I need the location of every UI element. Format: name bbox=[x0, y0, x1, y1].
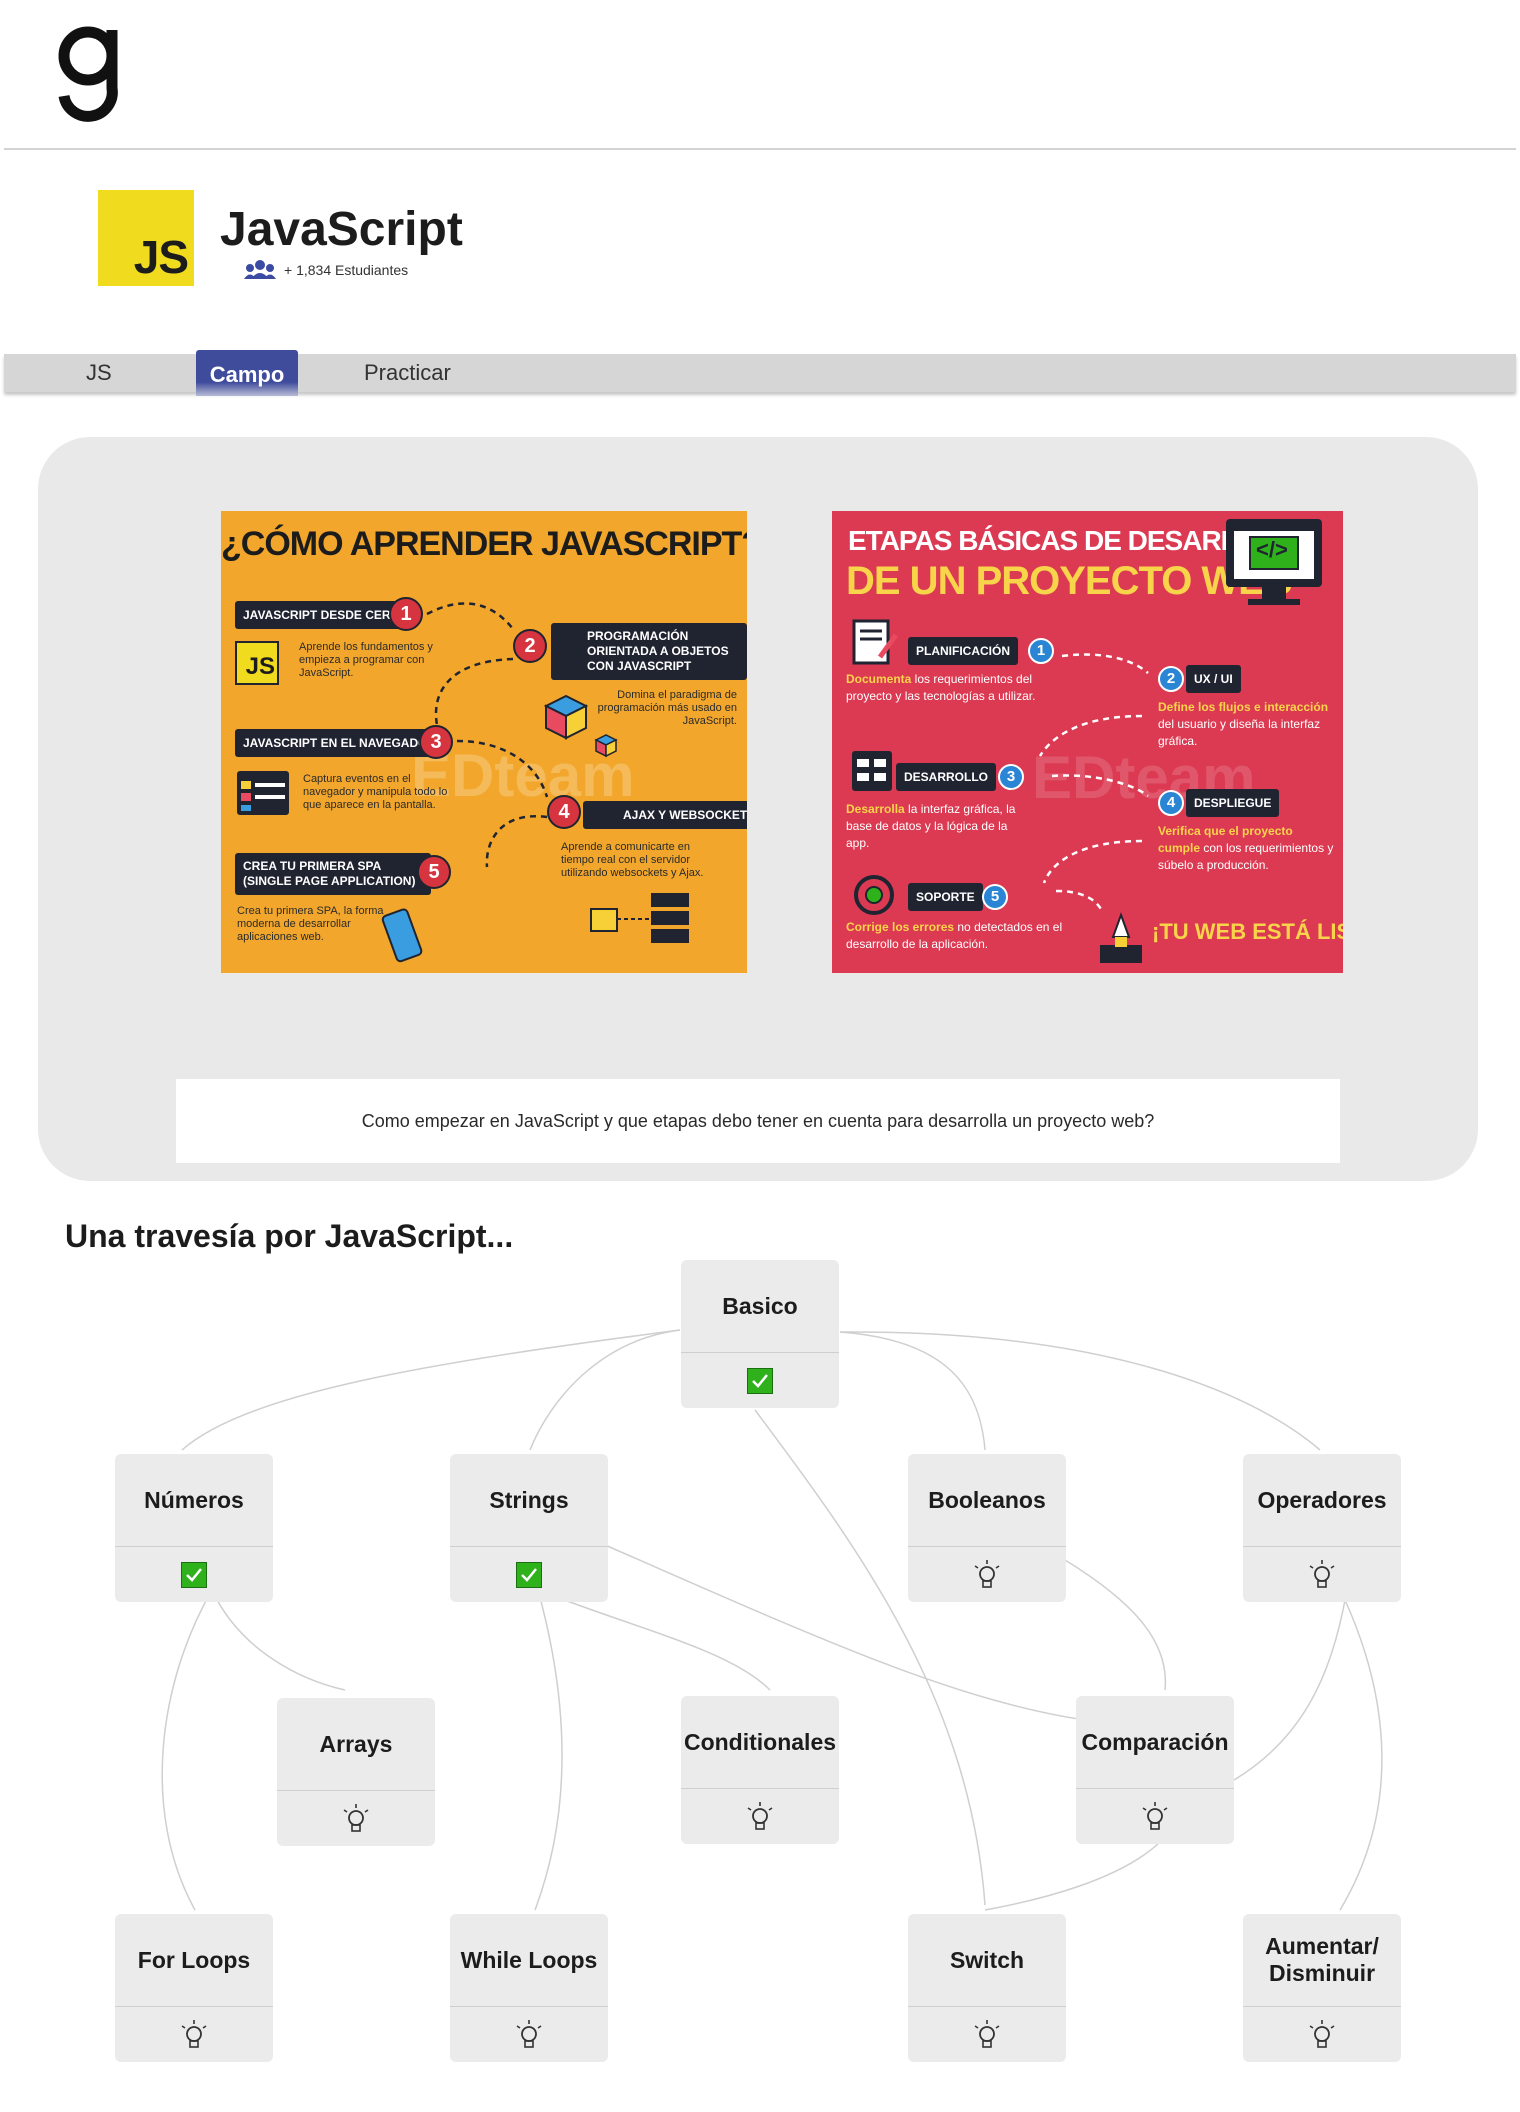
node-label: Switch bbox=[949, 1946, 1025, 1973]
top-bar bbox=[0, 0, 1520, 150]
path-arrows bbox=[426, 602, 549, 868]
path-arrows bbox=[1038, 653, 1149, 912]
node-label: Booleanos bbox=[928, 1486, 1046, 1513]
node-conditionales[interactable]: Conditionales bbox=[681, 1696, 839, 1844]
lightbulb-icon bbox=[343, 1803, 369, 1832]
node-for-loops[interactable]: For Loops bbox=[115, 1914, 273, 2062]
node-arrays[interactable]: Arrays bbox=[277, 1698, 435, 1846]
lightbulb-icon bbox=[974, 1559, 1000, 1588]
lightbulb-icon bbox=[181, 2019, 207, 2048]
node-label: Strings bbox=[489, 1486, 569, 1513]
node-label: Comparación bbox=[1081, 1728, 1229, 1755]
node-label: Aumentar/ Disminuir bbox=[1265, 1933, 1379, 1986]
course-tabs: JS Campo Practicar bbox=[4, 350, 1516, 396]
node-booleanos[interactable]: Booleanos bbox=[908, 1454, 1066, 1602]
node-label: Números bbox=[144, 1486, 244, 1513]
node-numeros[interactable]: Números bbox=[115, 1454, 273, 1602]
tab-campo[interactable]: Campo bbox=[196, 350, 298, 396]
check-icon bbox=[516, 1561, 542, 1588]
header-divider bbox=[4, 148, 1516, 150]
infographic-web-project-stages: ETAPAS BÁSICAS DE DESARROLLO DE UN PROYE… bbox=[832, 511, 1343, 973]
campo-caption: Como empezar en JavaScript y que etapas … bbox=[176, 1079, 1340, 1163]
node-label: Operadores bbox=[1257, 1486, 1387, 1513]
tab-practicar[interactable]: Practicar bbox=[364, 354, 451, 392]
node-label: For Loops bbox=[137, 1946, 251, 1973]
lightbulb-icon bbox=[516, 2019, 542, 2048]
course-title: JavaScript bbox=[220, 203, 463, 256]
node-label: While Loops bbox=[460, 1946, 598, 1973]
tab-js[interactable]: JS bbox=[86, 354, 112, 392]
lightbulb-icon bbox=[747, 1801, 773, 1830]
lightbulb-icon bbox=[1309, 2019, 1335, 2048]
node-switch[interactable]: Switch bbox=[908, 1914, 1066, 2062]
node-basico[interactable]: Basico bbox=[681, 1260, 839, 1408]
check-icon bbox=[747, 1367, 773, 1394]
lightbulb-icon bbox=[1142, 1801, 1168, 1830]
students-label: + 1,834 Estudiantes bbox=[284, 262, 409, 278]
g-logo-icon[interactable] bbox=[48, 22, 128, 132]
check-icon bbox=[181, 1561, 207, 1588]
journey-graph: Basico Números Strings Booleanos Operado… bbox=[0, 1250, 1520, 2112]
students-count: + 1,834 Estudiantes bbox=[244, 259, 408, 281]
node-label: Conditionales bbox=[683, 1728, 837, 1755]
lightbulb-icon bbox=[1309, 1559, 1335, 1588]
campo-panel: ¿CÓMO APRENDER JAVASCRIPT? EDteam JAVASC… bbox=[38, 437, 1478, 1181]
node-comparacion[interactable]: Comparación bbox=[1076, 1696, 1234, 1844]
node-label: Arrays bbox=[319, 1730, 393, 1757]
node-operadores[interactable]: Operadores bbox=[1243, 1454, 1401, 1602]
node-label: Basico bbox=[722, 1292, 798, 1319]
course-badge: JS bbox=[98, 190, 194, 286]
node-while-loops[interactable]: While Loops bbox=[450, 1914, 608, 2062]
infographic-learn-javascript: ¿CÓMO APRENDER JAVASCRIPT? EDteam JAVASC… bbox=[221, 511, 747, 973]
users-icon bbox=[244, 260, 276, 279]
node-aumentar-disminuir[interactable]: Aumentar/ Disminuir bbox=[1243, 1914, 1401, 2062]
lightbulb-icon bbox=[974, 2019, 1000, 2048]
node-strings[interactable]: Strings bbox=[450, 1454, 608, 1602]
